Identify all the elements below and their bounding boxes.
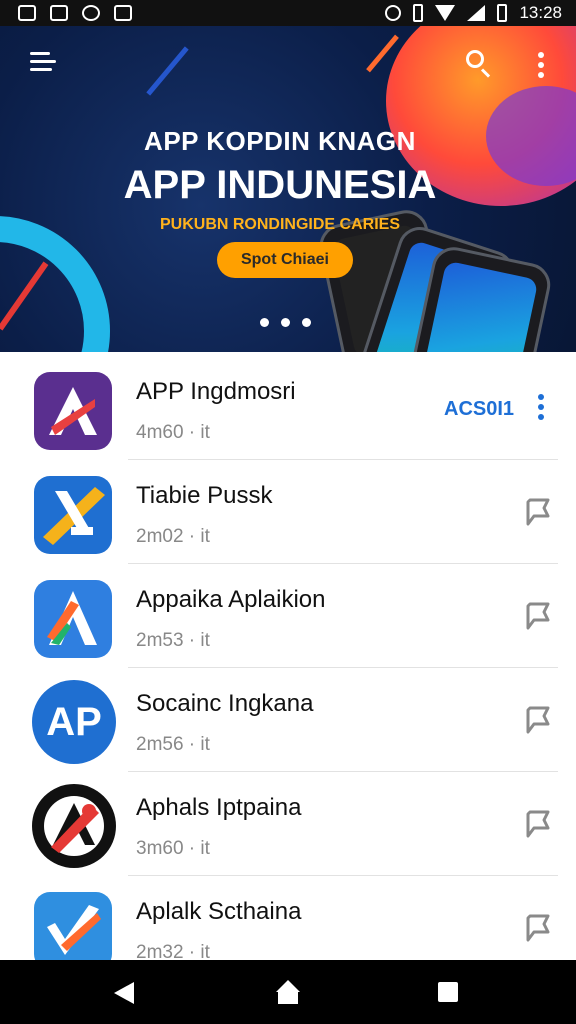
app-icon: AP (32, 680, 116, 764)
home-icon[interactable] (276, 980, 300, 1004)
search-icon[interactable] (466, 50, 494, 78)
app-icon (34, 580, 112, 658)
list-item[interactable]: APP Ingdmosri 4m60 · it ACS0I1 (0, 356, 576, 460)
pin-icon[interactable] (522, 496, 552, 526)
more-vert-icon[interactable] (538, 52, 544, 78)
app-meta: 3m60 · it (136, 838, 210, 859)
app-title: Aplalk Scthaina (136, 898, 302, 925)
list-item[interactable]: Appaika Aplaikion 2m53 · it (0, 564, 576, 668)
status-time: 13:28 (519, 3, 562, 22)
system-nav-bar (0, 960, 576, 1024)
pin-icon[interactable] (522, 912, 552, 942)
app-meta: 2m56 · it (136, 734, 210, 755)
do-not-disturb-icon (385, 5, 402, 21)
list-item[interactable]: Tiabie Pussk 2m02 · it (0, 460, 576, 564)
image-icon (50, 5, 68, 21)
app-title: APP Ingdmosri (136, 378, 296, 405)
app-title: Appaika Aplaikion (136, 586, 326, 613)
list-item[interactable]: Aplalk Scthaina 2m32 · it (0, 876, 576, 960)
carousel-dot[interactable] (260, 318, 269, 327)
carousel-indicator[interactable] (260, 318, 311, 327)
signal-icon (467, 5, 486, 21)
banner-text: APP KOPDIN KNAGN APP INDUNESIA PUKUBN RO… (0, 126, 560, 234)
list-item[interactable]: Aphals Iptpaina 3m60 · it (0, 772, 576, 876)
notification-icon (18, 5, 36, 21)
app-icon (34, 476, 112, 554)
app-meta: 4m60 · it (136, 422, 210, 443)
pin-icon[interactable] (522, 808, 552, 838)
photo-icon (114, 5, 132, 21)
banner-cta-button[interactable]: Spot Chiaei (217, 242, 353, 278)
app-title: Socainc Ingkana (136, 690, 314, 717)
back-icon[interactable] (114, 982, 134, 1004)
pin-icon[interactable] (522, 704, 552, 734)
banner-title: APP INDUNESIA (123, 163, 437, 207)
app-meta: 2m32 · it (136, 942, 210, 960)
app-bar (0, 26, 576, 98)
app-title: Tiabie Pussk (136, 482, 273, 509)
list-item[interactable]: AP Socainc Ingkana 2m56 · it (0, 668, 576, 772)
notification-icons (0, 5, 132, 21)
recents-icon[interactable] (438, 982, 458, 1002)
banner-subtitle: APP KOPDIN KNAGN (144, 126, 416, 156)
pin-icon[interactable] (522, 600, 552, 630)
app-action-button[interactable]: ACS0I1 (444, 398, 514, 421)
app-meta: 2m53 · it (136, 630, 210, 651)
menu-icon[interactable] (30, 50, 58, 74)
vibrate-icon (413, 4, 424, 22)
carousel-dot[interactable] (302, 318, 311, 327)
status-bar: 13:28 (0, 0, 576, 26)
app-title: Aphals Iptpaina (136, 794, 302, 821)
app-meta: 2m02 · it (136, 526, 210, 547)
app-list: APP Ingdmosri 4m60 · it ACS0I1 Tiabie Pu… (0, 356, 576, 960)
app-icon (32, 784, 116, 868)
app-icon (34, 372, 112, 450)
banner-decoration (0, 216, 110, 352)
battery-icon (497, 4, 508, 22)
wifi-icon (435, 5, 456, 21)
more-vert-icon[interactable] (538, 394, 544, 422)
banner-tagline: PUKUBN RONDINGIDE CARIES (159, 216, 400, 233)
app-icon (34, 892, 112, 960)
app-notification-icon (82, 5, 100, 21)
carousel-dot[interactable] (281, 318, 290, 327)
promo-banner[interactable]: APP KOPDIN KNAGN APP INDUNESIA PUKUBN RO… (0, 26, 576, 352)
